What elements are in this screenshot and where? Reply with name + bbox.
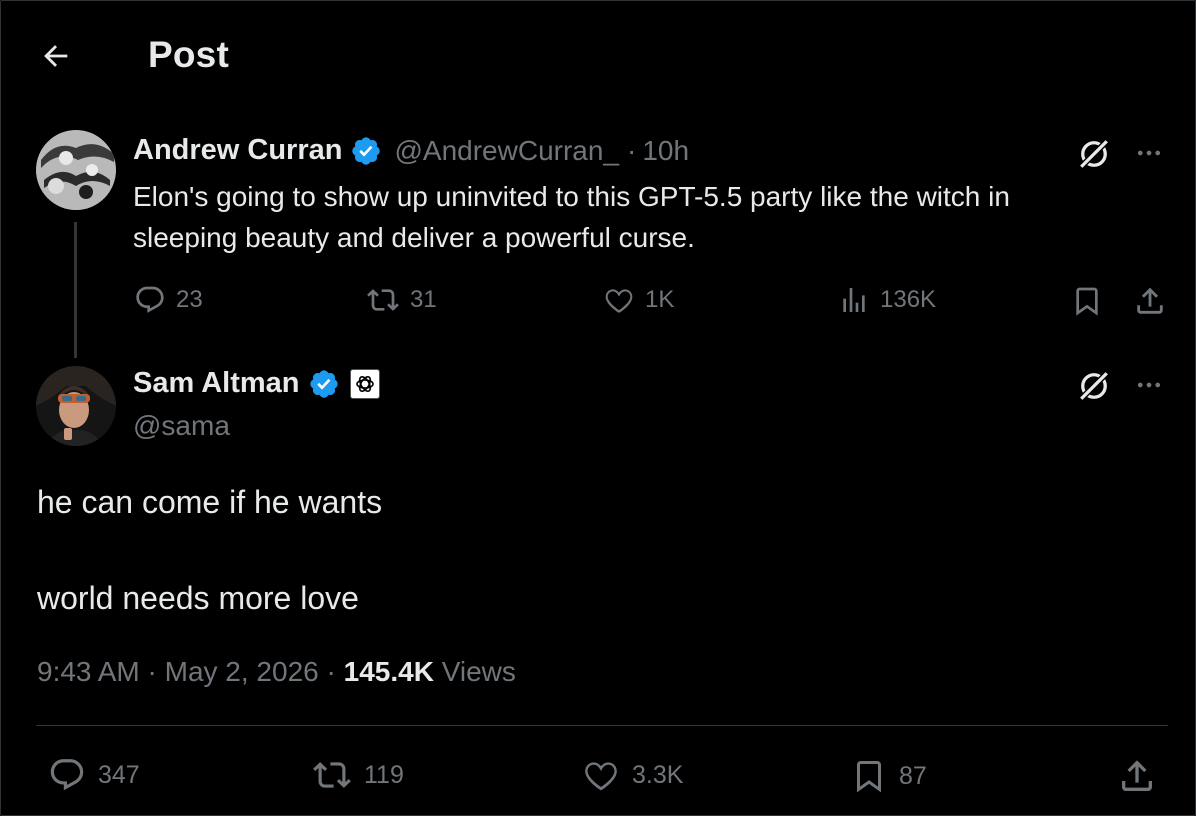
bookmark-icon xyxy=(857,761,881,793)
views-count: 145.4K xyxy=(343,656,434,687)
openai-affiliate-badge-icon[interactable] xyxy=(349,368,380,399)
separator-dot: · xyxy=(326,656,336,687)
bookmark-button[interactable] xyxy=(1071,284,1103,318)
more-icon[interactable] xyxy=(1132,370,1166,405)
main-post-header: Sam Altman xyxy=(133,367,380,400)
post-date[interactable]: May 2, 2026 xyxy=(165,656,319,687)
grok-icon[interactable] xyxy=(1076,368,1112,409)
thread-connector-line xyxy=(74,222,77,358)
reply-count: 347 xyxy=(98,760,140,789)
bookmark-count: 87 xyxy=(899,761,927,790)
parent-post-header: Andrew Curran @AndrewCurran_ · 10h xyxy=(133,134,689,167)
reply-button[interactable]: 347 xyxy=(48,756,140,794)
main-post-text-line: he can come if he wants xyxy=(37,484,383,520)
avatar-image xyxy=(36,130,116,210)
author-name[interactable]: Andrew Curran xyxy=(133,134,342,167)
like-icon xyxy=(585,762,617,791)
app-frame xyxy=(0,0,1196,816)
author-handle[interactable]: @AndrewCurran_ xyxy=(394,135,619,167)
like-count: 3.3K xyxy=(632,760,684,789)
page-title: Post xyxy=(148,34,229,75)
share-icon xyxy=(1122,760,1152,791)
share-icon xyxy=(1137,287,1163,314)
repost-count: 31 xyxy=(410,286,437,313)
page-header: Post xyxy=(0,0,1196,112)
verified-badge-icon xyxy=(350,135,382,167)
views-icon xyxy=(843,288,865,312)
post-meta: 9:43 AM · May 2, 2026 · 145.4K Views xyxy=(37,656,516,688)
like-icon xyxy=(605,289,633,313)
divider xyxy=(36,725,1168,726)
grok-icon[interactable] xyxy=(1076,136,1112,177)
like-button[interactable]: 3.3K xyxy=(582,756,683,794)
repost-count: 119 xyxy=(364,760,404,789)
share-button[interactable] xyxy=(1133,284,1167,318)
reply-button[interactable]: 23 xyxy=(134,284,203,316)
bookmark-icon xyxy=(1076,287,1098,316)
author-handle[interactable]: @sama xyxy=(133,410,230,442)
reply-icon xyxy=(136,286,164,313)
parent-post-text-line: Elon's going to show up uninvited to thi… xyxy=(133,181,1010,212)
parent-post-text: Elon's going to show up uninvited to thi… xyxy=(133,176,1010,258)
post-time[interactable]: 10h xyxy=(642,135,689,167)
verified-badge-icon xyxy=(308,368,340,400)
like-button[interactable]: 1K xyxy=(603,284,674,316)
separator-dot: · xyxy=(147,656,157,687)
avatar-sam-altman[interactable] xyxy=(36,366,116,446)
parent-post-text-line: sleeping beauty and deliver a powerful c… xyxy=(133,222,695,253)
main-post-text-line: world needs more love xyxy=(37,580,359,616)
more-icon[interactable] xyxy=(1132,138,1166,173)
avatar-andrew-curran[interactable] xyxy=(36,130,116,210)
like-count: 1K xyxy=(645,286,675,313)
back-arrow-icon xyxy=(44,45,68,67)
author-name[interactable]: Sam Altman xyxy=(133,367,300,400)
separator-dot: · xyxy=(627,134,637,166)
share-button[interactable] xyxy=(1117,756,1157,796)
views-button[interactable]: 136K xyxy=(838,284,936,316)
avatar-image xyxy=(36,366,116,446)
back-button[interactable] xyxy=(36,36,76,76)
views-label: Views xyxy=(441,656,516,687)
repost-icon xyxy=(367,289,399,311)
views-count: 136K xyxy=(880,286,937,313)
repost-button[interactable]: 31 xyxy=(366,284,437,316)
repost-button[interactable]: 119 xyxy=(312,756,404,794)
reply-count: 23 xyxy=(176,286,203,313)
reply-icon xyxy=(50,759,84,791)
repost-icon xyxy=(313,762,351,788)
bookmark-button[interactable]: 87 xyxy=(851,756,927,796)
post-time[interactable]: 9:43 AM xyxy=(37,656,140,687)
